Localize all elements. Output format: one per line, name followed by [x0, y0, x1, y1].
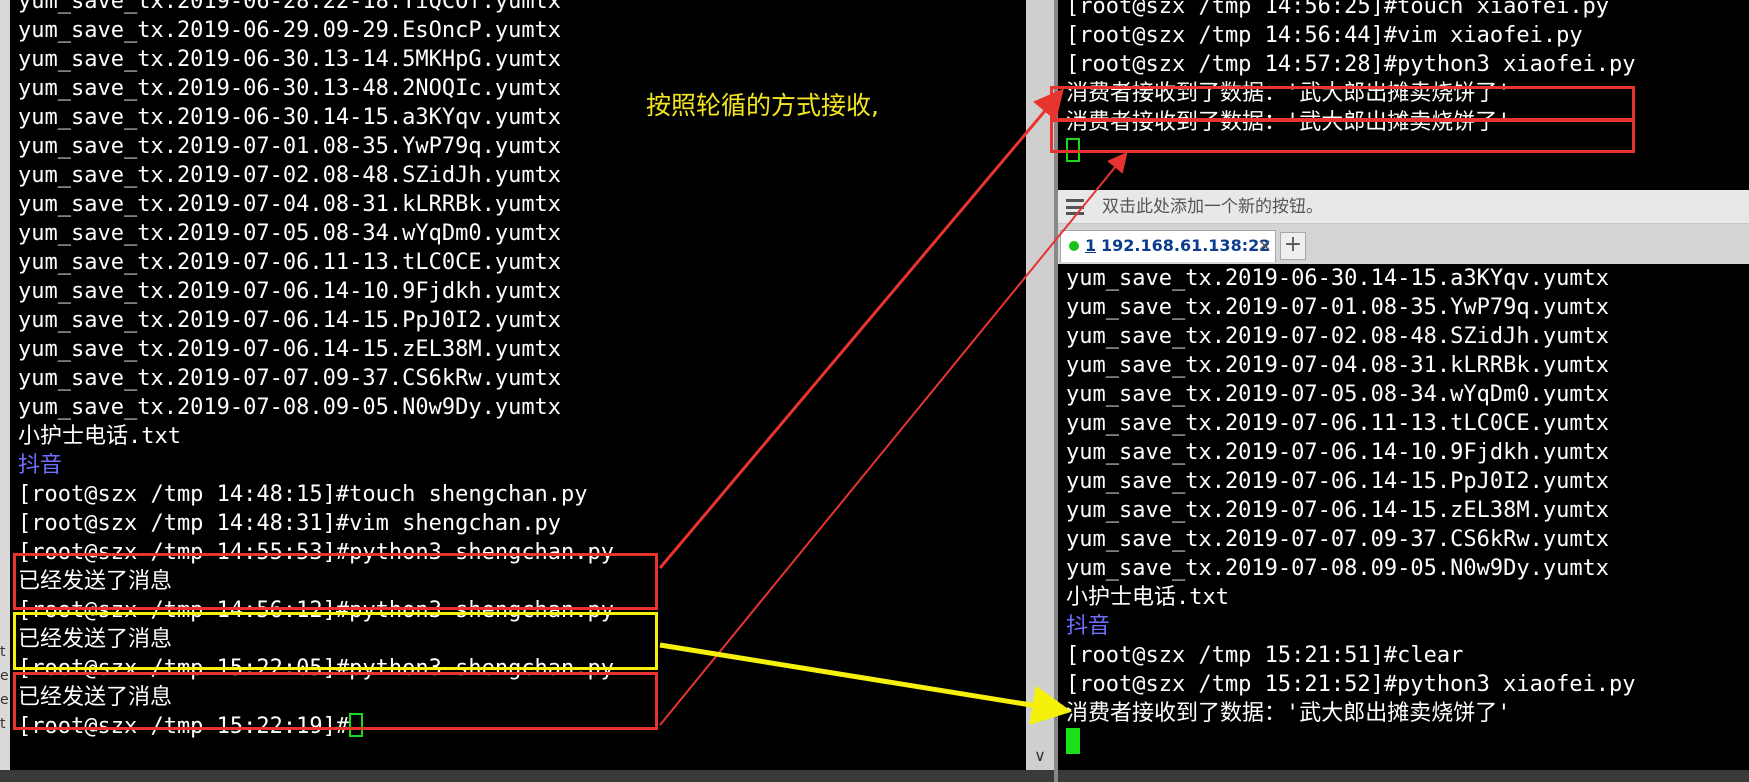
- terminal-line: yum_save_tx.2019-07-07.09-37.CS6kRw.yumt…: [18, 366, 562, 391]
- terminal-line: yum_save_tx.2019-06-30.13-14.5MKHpG.yumt…: [18, 47, 562, 72]
- terminal-line: [root@szx /tmp 15:21:51]#clear: [1066, 643, 1464, 668]
- highlight-box-red-4: [1050, 119, 1635, 153]
- right-bottom-terminal-output: yum_save_tx.2019-06-30.14-15.a3KYqv.yumt…: [1066, 264, 1636, 757]
- terminal-line: yum_save_tx.2019-07-07.09-37.CS6kRw.yumt…: [1066, 527, 1610, 552]
- terminal-line: yum_save_tx.2019-07-04.08-31.kLRRBk.yumt…: [1066, 353, 1610, 378]
- scroll-down-arrow-icon[interactable]: ∨: [1026, 742, 1054, 770]
- terminal-line: yum_save_tx.2019-07-06.11-13.tLC0CE.yumt…: [18, 250, 562, 275]
- terminal-line: yum_save_tx.2019-06-29.09-29.EsOncP.yumt…: [18, 18, 562, 43]
- terminal-line: yum_save_tx.2019-07-05.08-34.wYqDm0.yumt…: [1066, 382, 1610, 407]
- add-tab-button[interactable]: +: [1280, 232, 1306, 260]
- terminal-cursor: [1066, 728, 1080, 754]
- terminal-prompt-line[interactable]: [1066, 728, 1636, 757]
- terminal-line: yum_save_tx.2019-07-06.14-15.zEL38M.yumt…: [1066, 498, 1610, 523]
- terminal-line: yum_save_tx.2019-07-06.11-13.tLC0CE.yumt…: [1066, 411, 1610, 436]
- terminal-line: [root@szx /tmp 14:48:31]#vim shengchan.p…: [18, 511, 562, 536]
- highlight-box-red-2: [13, 672, 658, 730]
- session-tab[interactable]: 1 192.168.61.138:22 ×: [1060, 230, 1276, 262]
- highlight-box-yellow: [13, 612, 658, 670]
- terminal-line: 小护士电话.txt: [18, 424, 181, 449]
- right-status-strip: [1058, 770, 1749, 782]
- terminal-line: yum_save_tx.2019-06-30.14-15.a3KYqv.yumt…: [1066, 266, 1610, 291]
- highlight-box-red-3: [1050, 86, 1635, 121]
- terminal-line-directory: 抖音: [18, 453, 63, 478]
- left-status-strip: [0, 770, 1056, 782]
- terminal-line: yum_save_tx.2019-07-01.08-35.YwP79q.yumt…: [1066, 295, 1610, 320]
- left-edge-fragment: t e e t: [0, 644, 9, 732]
- terminal-line: yum_save_tx.2019-07-06.14-15.PpJ0I2.yumt…: [1066, 469, 1610, 494]
- right-bottom-terminal-pane[interactable]: yum_save_tx.2019-06-30.14-15.a3KYqv.yumt…: [1058, 264, 1749, 770]
- close-tab-icon[interactable]: ×: [1257, 231, 1272, 261]
- terminal-line: yum_save_tx.2019-06-30.13-48.2NOQIc.yumt…: [18, 76, 562, 101]
- terminal-line: yum_save_tx.2019-07-02.08-48.SZidJh.yumt…: [1066, 324, 1610, 349]
- session-tab-bar: 1 192.168.61.138:22 × +: [1058, 224, 1749, 264]
- highlight-box-red-1: [13, 553, 658, 610]
- terminal-line: [root@szx /tmp 14:57:28]#python3 xiaofei…: [1066, 52, 1636, 77]
- terminal-line: yum_save_tx.2019-07-06.14-15.PpJ0I2.yumt…: [18, 308, 562, 333]
- connection-status-icon: [1069, 241, 1079, 251]
- terminal-line: yum_save_tx.2019-07-08.09-05.N0w9Dy.yumt…: [1066, 556, 1610, 581]
- session-tab-number: 1: [1085, 236, 1097, 255]
- terminal-line: 消费者接收到了数据：'武大郎出摊卖烧饼了': [1066, 701, 1511, 726]
- terminal-line: [root@szx /tmp 14:56:44]#vim xiaofei.py: [1066, 23, 1583, 48]
- quick-button-bar[interactable]: 双击此处添加一个新的按钮。: [1058, 190, 1749, 224]
- terminal-line: yum_save_tx.2019-07-01.08-35.YwP79q.yumt…: [18, 134, 562, 159]
- terminal-line: yum_save_tx.2019-07-05.08-34.wYqDm0.yumt…: [18, 221, 562, 246]
- terminal-line: [root@szx /tmp 14:56:25]#touch xiaofei.p…: [1066, 0, 1610, 19]
- quick-button-bar-hint: 双击此处添加一个新的按钮。: [1102, 197, 1323, 217]
- terminal-line: yum_save_tx.2019-07-02.08-48.SZidJh.yumt…: [18, 163, 562, 188]
- terminal-line: yum_save_tx.2019-07-08.09-05.N0w9Dy.yumt…: [18, 395, 562, 420]
- terminal-line: yum_save_tx.2019-07-06.14-10.9Fjdkh.yumt…: [1066, 440, 1610, 465]
- terminal-line: yum_save_tx.2019-07-04.08-31.kLRRBk.yumt…: [18, 192, 562, 217]
- terminal-line: yum_save_tx.2019-06-28.22-18.TiQCOf.yumt…: [18, 0, 562, 14]
- session-tab-host: 192.168.61.138:22: [1101, 236, 1271, 255]
- terminal-line: 小护士电话.txt: [1066, 585, 1229, 610]
- terminal-line: [root@szx /tmp 14:48:15]#touch shengchan…: [18, 482, 588, 507]
- annotation-text: 按照轮循的方式接收,: [646, 91, 879, 120]
- terminal-line: yum_save_tx.2019-07-06.14-15.zEL38M.yumt…: [18, 337, 562, 362]
- terminal-line: [root@szx /tmp 15:21:52]#python3 xiaofei…: [1066, 672, 1636, 697]
- terminal-line: yum_save_tx.2019-06-30.14-15.a3KYqv.yumt…: [18, 105, 562, 130]
- terminal-line: yum_save_tx.2019-07-06.14-10.9Fjdkh.yumt…: [18, 279, 562, 304]
- terminal-line-directory: 抖音: [1066, 614, 1111, 639]
- menu-icon[interactable]: [1066, 199, 1084, 215]
